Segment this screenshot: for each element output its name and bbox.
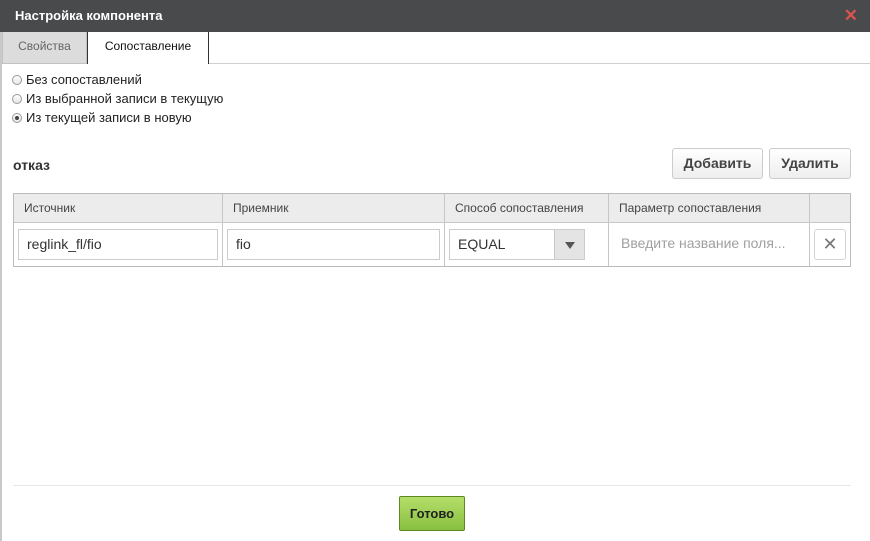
column-header-method: Способ сопоставления xyxy=(455,201,584,215)
tab-underline xyxy=(209,63,870,64)
radio-no-mapping[interactable]: Без сопоставлений xyxy=(12,72,142,87)
radio-current-to-new[interactable]: Из текущей записи в новую xyxy=(12,110,192,125)
source-input[interactable]: reglink_fl/fio xyxy=(18,229,218,260)
param-input[interactable]: Введите название поля... xyxy=(613,229,805,260)
radio-label: Из текущей записи в новую xyxy=(26,110,192,125)
tab-mapping[interactable]: Сопоставление xyxy=(87,32,209,64)
column-divider xyxy=(608,194,609,266)
column-divider xyxy=(809,194,810,266)
column-divider xyxy=(222,194,223,266)
section-title: отказ xyxy=(13,157,50,173)
footer-divider xyxy=(13,485,851,486)
delete-row-button[interactable]: ✕ xyxy=(814,229,846,260)
radio-label: Без сопоставлений xyxy=(26,72,142,87)
radio-selected-to-current[interactable]: Из выбранной записи в текущую xyxy=(12,91,223,106)
dialog-left-border xyxy=(0,32,2,541)
close-icon: ✕ xyxy=(822,234,838,254)
target-input[interactable]: fio xyxy=(227,229,440,260)
mapping-table: Источник Приемник Способ сопоставления П… xyxy=(13,193,851,267)
tab-properties[interactable]: Свойства xyxy=(2,32,87,64)
radio-button[interactable] xyxy=(12,75,22,85)
done-button[interactable]: Готово xyxy=(399,496,465,531)
column-divider xyxy=(444,194,445,266)
dialog-title: Настройка компонента xyxy=(15,8,163,23)
column-header-source: Источник xyxy=(24,201,76,215)
add-button[interactable]: Добавить xyxy=(672,148,763,179)
delete-button[interactable]: Удалить xyxy=(769,148,851,179)
dialog-titlebar: Настройка компонента ✕ xyxy=(0,0,870,32)
chevron-down-icon[interactable] xyxy=(554,230,584,259)
radio-button-checked[interactable] xyxy=(12,113,22,123)
tab-bar: Свойства Сопоставление xyxy=(2,32,870,64)
table-header: Источник Приемник Способ сопоставления П… xyxy=(14,194,850,223)
radio-label: Из выбранной записи в текущую xyxy=(26,91,224,106)
method-select-value: EQUAL xyxy=(458,236,506,252)
method-select[interactable]: EQUAL xyxy=(449,229,585,260)
column-header-target: Приемник xyxy=(233,201,289,215)
close-icon[interactable]: ✕ xyxy=(844,6,858,26)
radio-button[interactable] xyxy=(12,94,22,104)
column-header-param: Параметр сопоставления xyxy=(619,201,762,215)
